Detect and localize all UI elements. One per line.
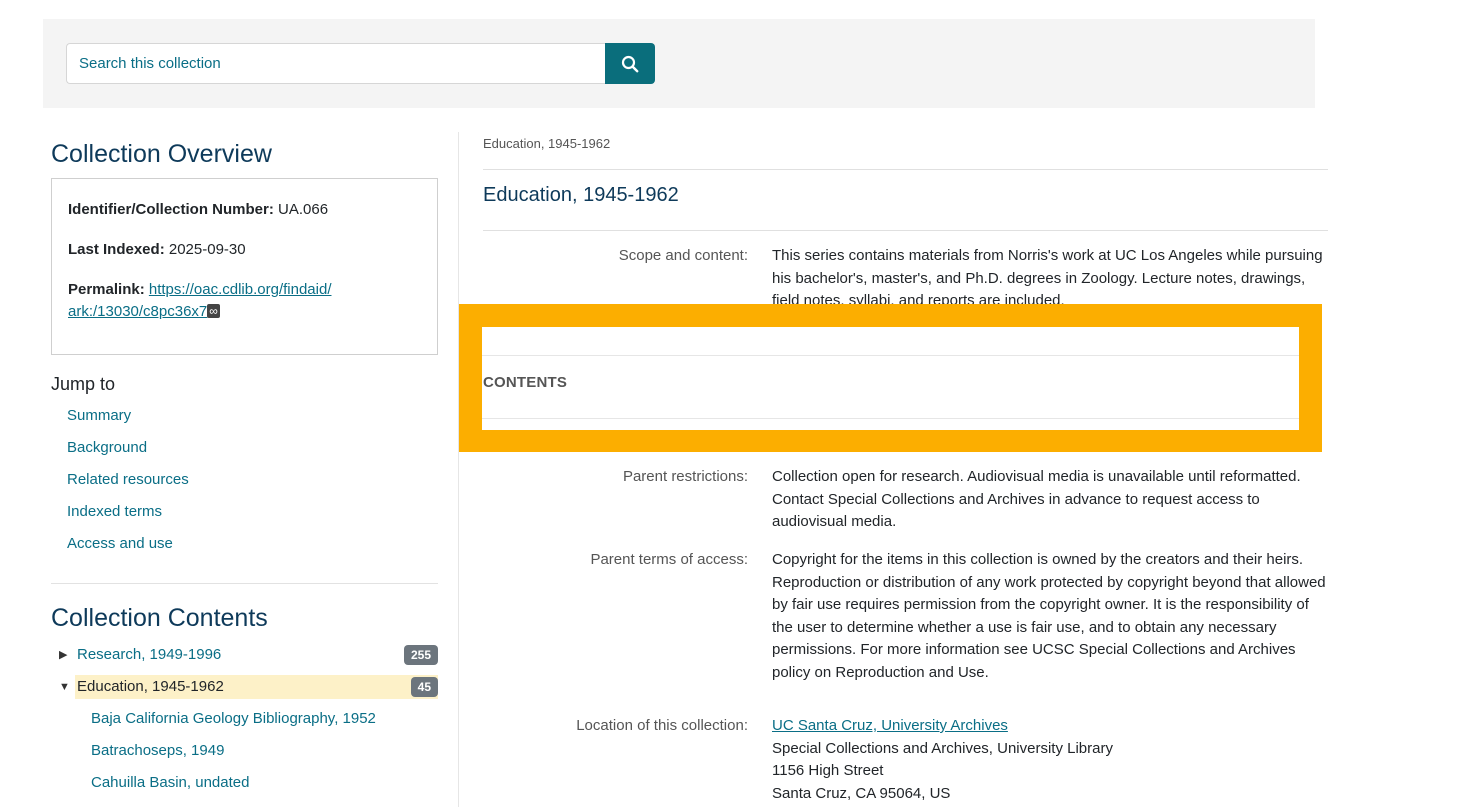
jump-item-summary: Summary xyxy=(67,407,189,439)
search-bar-region xyxy=(43,19,1315,108)
jump-item-related-resources: Related resources xyxy=(67,471,189,503)
last-indexed-value: 2025-09-30 xyxy=(168,241,246,258)
column-divider xyxy=(458,132,459,807)
search-icon xyxy=(621,55,639,72)
jump-item-indexed-terms: Indexed terms xyxy=(67,503,189,535)
location-line-2: Special Collections and Archives, Univer… xyxy=(772,739,1113,757)
tree-row-research[interactable]: ▶ Research, 1949-1996 255 xyxy=(51,643,438,667)
jump-link-access-and-use[interactable]: Access and use xyxy=(67,535,173,552)
jump-link-summary[interactable]: Summary xyxy=(67,407,131,424)
caret-right-icon[interactable]: ▶ xyxy=(59,643,73,667)
title-divider xyxy=(483,230,1328,231)
last-indexed-label: Last Indexed: xyxy=(68,241,165,258)
count-badge-research: 255 xyxy=(403,645,438,665)
collection-tree: ▶ Research, 1949-1996 255 ▼ Education, 1… xyxy=(51,643,438,803)
identifier-label: Identifier/Collection Number: xyxy=(68,201,274,218)
jump-link-background[interactable]: Background xyxy=(67,439,147,456)
jump-link-related-resources[interactable]: Related resources xyxy=(67,471,189,488)
last-indexed-row: Last Indexed: 2025-09-30 xyxy=(68,239,421,261)
page-title: Education, 1945-1962 xyxy=(483,184,679,206)
permalink-line-2: ark:/13030/c8pc36x7 xyxy=(68,303,208,320)
restrictions-label: Parent restrictions: xyxy=(622,468,748,485)
permalink-line-1: https://oac.cdlib.org/findaid/ xyxy=(148,281,332,298)
collection-overview-title: Collection Overview xyxy=(51,140,272,168)
permalink-row: Permalink: https://oac.cdlib.org/findaid… xyxy=(68,279,421,323)
tree-label-research[interactable]: Research, 1949-1996 xyxy=(75,643,438,667)
breadcrumb-divider xyxy=(483,169,1328,170)
tree-child-link[interactable]: Cahuilla Basin, undated xyxy=(91,774,249,791)
contents-top-divider xyxy=(482,355,1299,356)
location-link[interactable]: UC Santa Cruz, University Archives xyxy=(772,717,1008,734)
scope-label: Scope and content: xyxy=(618,247,748,264)
location-line-4: Santa Cruz, CA 95064, US xyxy=(772,784,951,802)
scope-value: This series contains materials from Norr… xyxy=(772,247,1323,305)
terms-label: Parent terms of access: xyxy=(590,551,748,568)
tree-child-item: Cahuilla Basin, undated xyxy=(51,771,438,795)
tree-child-link[interactable]: Batrachoseps, 1949 xyxy=(91,742,224,759)
search-button[interactable] xyxy=(605,43,655,84)
location-label: Location of this collection: xyxy=(576,717,748,734)
collection-overview-box: Identifier/Collection Number: UA.066 Las… xyxy=(51,178,438,355)
breadcrumb: Education, 1945-1962 xyxy=(483,136,611,151)
contents-heading[interactable]: CONTENTS xyxy=(483,374,567,391)
jump-item-access-and-use: Access and use xyxy=(67,535,189,567)
caret-down-icon[interactable]: ▼ xyxy=(59,675,73,699)
jump-to-list: Summary Background Related resources Ind… xyxy=(67,407,189,567)
count-badge-education: 45 xyxy=(410,677,438,697)
infinity-icon[interactable]: ∞ xyxy=(207,304,220,318)
tree-child-item: Baja California Geology Bibliography, 19… xyxy=(51,707,438,731)
jump-to-title: Jump to xyxy=(51,374,116,394)
permalink-label: Permalink: xyxy=(68,281,145,298)
jump-item-background: Background xyxy=(67,439,189,471)
identifier-value: UA.066 xyxy=(278,201,329,218)
identifier-row: Identifier/Collection Number: UA.066 xyxy=(68,199,421,221)
tree-child-item: Batrachoseps, 1949 xyxy=(51,739,438,763)
contents-bottom-divider xyxy=(482,418,1299,419)
tree-label-education[interactable]: Education, 1945-1962 xyxy=(75,675,438,699)
restrictions-value: Collection open for research. Audiovisua… xyxy=(772,468,1301,530)
location-line-3: 1156 High Street xyxy=(772,762,884,779)
collection-contents-title: Collection Contents xyxy=(51,604,268,632)
tree-row-education[interactable]: ▼ Education, 1945-1962 45 xyxy=(51,675,438,699)
search-input[interactable] xyxy=(66,43,606,84)
tree-child-link[interactable]: Baja California Geology Bibliography, 19… xyxy=(91,710,376,727)
contents-section[interactable]: CONTENTS xyxy=(482,327,1299,430)
scope-field: Scope and content: This series contains … xyxy=(483,245,1328,305)
jump-link-indexed-terms[interactable]: Indexed terms xyxy=(67,503,162,520)
location-value: UC Santa Cruz, University Archives Speci… xyxy=(772,715,1328,805)
sidebar-divider xyxy=(51,583,438,584)
terms-value: Copyright for the items in this collecti… xyxy=(772,551,1326,681)
